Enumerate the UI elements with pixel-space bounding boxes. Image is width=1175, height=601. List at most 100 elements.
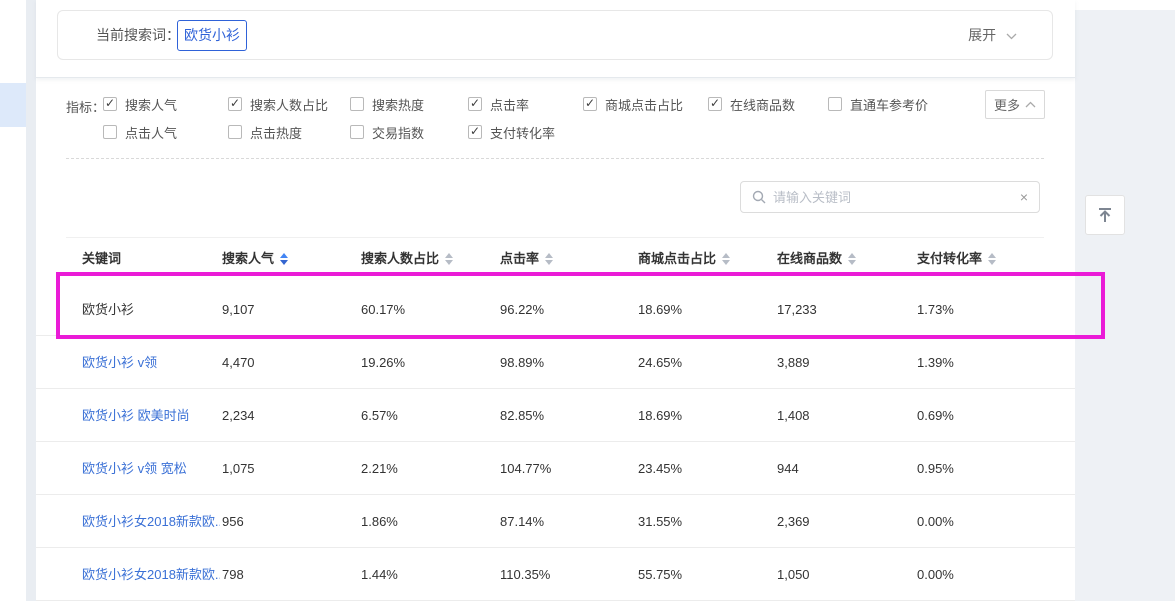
metric-checkbox-ztc-reference-price[interactable]: 直通车参考价 <box>828 96 928 112</box>
value-cell: 4,470 <box>222 336 255 389</box>
value-cell: 1,075 <box>222 442 255 495</box>
col-header-search-user-ratio[interactable]: 搜索人数占比 <box>361 243 453 275</box>
metric-checkbox-search-user-ratio[interactable]: 搜索人数占比 <box>228 96 328 112</box>
keyword-link[interactable]: 欧货小衫 欧美时尚 <box>82 389 220 442</box>
metric-checkbox-click-popularity[interactable]: 点击人气 <box>103 124 177 140</box>
value-cell: 1,050 <box>777 548 810 601</box>
clear-icon[interactable]: × <box>1020 190 1028 204</box>
metric-checkbox-payment-conversion[interactable]: 支付转化率 <box>468 124 555 140</box>
table-row: 欧货小衫 v领 4,470 19.26% 98.89% 24.65% 3,889… <box>36 336 1075 389</box>
value-cell: 98.89% <box>500 336 544 389</box>
metric-checkbox-search-heat[interactable]: 搜索热度 <box>350 96 424 112</box>
metrics-label: 指标： <box>66 97 105 116</box>
checkbox-icon <box>350 125 364 139</box>
expand-button[interactable]: 展开 <box>968 11 1017 59</box>
keyword-cell: 欧货小衫 <box>82 283 220 336</box>
table-row: 欧货小衫 v领 宽松 1,075 2.21% 104.77% 23.45% 94… <box>36 442 1075 495</box>
metric-checkbox-transaction-index[interactable]: 交易指数 <box>350 124 424 140</box>
table-row: 欧货小衫女2018新款欧.. 798 1.44% 110.35% 55.75% … <box>36 548 1075 601</box>
checkbox-icon <box>468 125 482 139</box>
sort-icon <box>722 253 730 265</box>
value-cell: 87.14% <box>500 495 544 548</box>
current-term-label: 当前搜索词： <box>96 11 180 59</box>
value-cell: 0.95% <box>917 442 954 495</box>
checkbox-icon <box>228 97 242 111</box>
sidebar-active-item[interactable] <box>0 83 26 127</box>
value-cell: 96.22% <box>500 283 544 336</box>
value-cell: 2,369 <box>777 495 810 548</box>
value-cell: 23.45% <box>638 442 682 495</box>
current-term-card: 当前搜索词： 欧货小衫 展开 <box>57 10 1053 60</box>
value-cell: 1.44% <box>361 548 398 601</box>
sort-icon <box>280 253 288 265</box>
keyword-search-input[interactable] <box>773 190 1020 205</box>
checkbox-icon <box>583 97 597 111</box>
metric-checkbox-online-products[interactable]: 在线商品数 <box>708 96 795 112</box>
more-button[interactable]: 更多 <box>985 90 1045 119</box>
col-header-online-products[interactable]: 在线商品数 <box>777 243 856 275</box>
keyword-link[interactable]: 欧货小衫 v领 宽松 <box>82 442 220 495</box>
value-cell: 82.85% <box>500 389 544 442</box>
value-cell: 2.21% <box>361 442 398 495</box>
sort-icon <box>848 253 856 265</box>
value-cell: 956 <box>222 495 244 548</box>
value-cell: 9,107 <box>222 283 255 336</box>
checkbox-icon <box>103 97 117 111</box>
checkbox-icon <box>828 97 842 111</box>
value-cell: 1.86% <box>361 495 398 548</box>
metric-checkbox-search-popularity[interactable]: 搜索人气 <box>103 96 177 112</box>
checkbox-icon <box>708 97 722 111</box>
sort-icon <box>545 253 553 265</box>
value-cell: 18.69% <box>638 283 682 336</box>
value-cell: 0.00% <box>917 548 954 601</box>
value-cell: 24.65% <box>638 336 682 389</box>
col-header-keyword: 关键词 <box>82 243 121 275</box>
keyword-link[interactable]: 欧货小衫 v领 <box>82 336 220 389</box>
back-to-top-button[interactable] <box>1085 195 1125 235</box>
value-cell: 31.55% <box>638 495 682 548</box>
value-cell: 2,234 <box>222 389 255 442</box>
sort-icon <box>445 253 453 265</box>
value-cell: 19.26% <box>361 336 405 389</box>
table-header: 关键词 搜索人气 搜索人数占比 点击率 商城点击占比 在线商品数 支付转化率 <box>36 243 1075 275</box>
value-cell: 1.73% <box>917 283 954 336</box>
search-icon <box>752 190 766 204</box>
checkbox-icon <box>228 125 242 139</box>
table-row: 欧货小衫 9,107 60.17% 96.22% 18.69% 17,233 1… <box>36 283 1075 336</box>
value-cell: 3,889 <box>777 336 810 389</box>
checkbox-icon <box>350 97 364 111</box>
table-row: 欧货小衫 欧美时尚 2,234 6.57% 82.85% 18.69% 1,40… <box>36 389 1075 442</box>
metric-checkbox-click-heat[interactable]: 点击热度 <box>228 124 302 140</box>
value-cell: 55.75% <box>638 548 682 601</box>
checkbox-icon <box>468 97 482 111</box>
chevron-up-icon <box>1025 101 1036 108</box>
metric-checkbox-click-rate[interactable]: 点击率 <box>468 96 529 112</box>
keyword-link[interactable]: 欧货小衫女2018新款欧.. <box>82 495 220 548</box>
value-cell: 944 <box>777 442 799 495</box>
keyword-link[interactable]: 欧货小衫女2018新款欧.. <box>82 548 220 601</box>
sidebar-gap <box>26 0 36 601</box>
current-term-button[interactable]: 欧货小衫 <box>177 20 247 51</box>
value-cell: 6.57% <box>361 389 398 442</box>
main-content: 当前搜索词： 欧货小衫 展开 指标： 搜索人气 搜索人数占比 搜索热度 点击率 … <box>36 0 1075 601</box>
value-cell: 60.17% <box>361 283 405 336</box>
col-header-mall-click-ratio[interactable]: 商城点击占比 <box>638 243 730 275</box>
current-term-section: 当前搜索词： 欧货小衫 展开 <box>36 0 1075 78</box>
value-cell: 104.77% <box>500 442 551 495</box>
value-cell: 0.00% <box>917 495 954 548</box>
metric-checkbox-mall-click-ratio[interactable]: 商城点击占比 <box>583 96 683 112</box>
chevron-down-icon <box>1006 33 1017 40</box>
col-header-search-popularity[interactable]: 搜索人气 <box>222 243 288 275</box>
value-cell: 798 <box>222 548 244 601</box>
value-cell: 110.35% <box>500 548 550 601</box>
keyword-search-box: × <box>740 181 1040 213</box>
top-strip <box>1075 0 1175 10</box>
table-top-border <box>66 237 1044 238</box>
section-divider <box>66 158 1044 159</box>
checkbox-icon <box>103 125 117 139</box>
col-header-click-rate[interactable]: 点击率 <box>500 243 553 275</box>
col-header-payment-conversion[interactable]: 支付转化率 <box>917 243 996 275</box>
value-cell: 18.69% <box>638 389 682 442</box>
back-to-top-icon <box>1095 205 1115 225</box>
value-cell: 1,408 <box>777 389 810 442</box>
